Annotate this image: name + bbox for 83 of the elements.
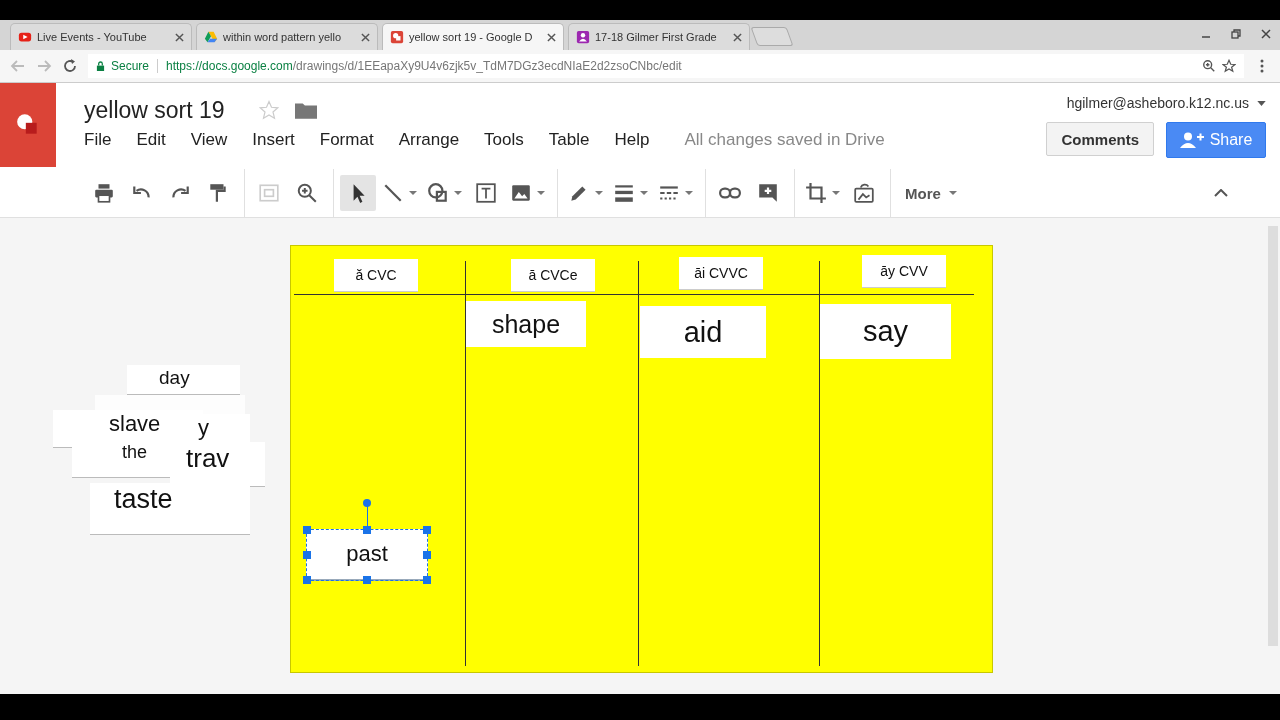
browser-tab[interactable]: within word pattern yello bbox=[196, 23, 378, 50]
caret-icon bbox=[685, 191, 693, 195]
textbox-icon bbox=[475, 182, 497, 204]
caret-icon bbox=[537, 191, 545, 195]
resize-handle[interactable] bbox=[423, 551, 431, 559]
caret-icon bbox=[595, 191, 603, 195]
caret-icon bbox=[1257, 100, 1266, 106]
star-icon[interactable] bbox=[1222, 59, 1236, 73]
address-field[interactable]: Secure https://docs.google.com/drawings/d/1EEapaXy9U4v6zjk5v_TdM7DGz3ecdNIaE2d2zsoCNbc/edit bbox=[88, 54, 1244, 78]
app-logo[interactable] bbox=[0, 83, 56, 167]
browser-tab[interactable]: yellow sort 19 - Google D bbox=[382, 23, 564, 50]
rotate-handle[interactable] bbox=[363, 499, 371, 507]
menu-item[interactable]: Table bbox=[548, 130, 590, 150]
card-word[interactable]: y bbox=[198, 417, 209, 439]
caret-icon bbox=[409, 191, 417, 195]
folder-icon[interactable] bbox=[294, 101, 317, 119]
close-icon[interactable] bbox=[733, 32, 742, 42]
resize-handle[interactable] bbox=[303, 551, 311, 559]
close-icon[interactable] bbox=[361, 32, 370, 42]
reload-icon[interactable] bbox=[62, 58, 78, 74]
caret-icon bbox=[832, 191, 840, 195]
save-status: All changes saved in Drive bbox=[684, 130, 885, 150]
triangle-icon bbox=[204, 30, 218, 44]
card-word[interactable]: day bbox=[159, 368, 190, 387]
resize-handle[interactable] bbox=[363, 576, 371, 584]
lock-icon bbox=[96, 60, 105, 72]
shape-icon bbox=[427, 182, 449, 204]
column-heading[interactable]: āi CVVC bbox=[679, 257, 763, 290]
browser-tab[interactable]: 17-18 Gilmer First Grade bbox=[568, 23, 750, 50]
zoom-icon[interactable] bbox=[1202, 59, 1216, 73]
menu-item[interactable]: Edit bbox=[136, 130, 166, 150]
more-button[interactable]: More bbox=[897, 178, 965, 208]
menu-item[interactable]: Arrange bbox=[398, 130, 460, 150]
scrollbar[interactable] bbox=[1268, 226, 1278, 646]
column-heading[interactable]: āy CVV bbox=[862, 255, 946, 288]
resize-handle[interactable] bbox=[303, 576, 311, 584]
caret-icon bbox=[948, 191, 957, 195]
menu-item[interactable]: Tools bbox=[484, 130, 524, 150]
zoom-icon bbox=[296, 182, 318, 204]
card-word[interactable]: the bbox=[122, 443, 148, 461]
play-icon bbox=[18, 30, 32, 44]
menu-item[interactable]: Format bbox=[319, 130, 374, 150]
resize-handle[interactable] bbox=[303, 526, 311, 534]
reset-image-icon bbox=[853, 182, 875, 204]
restore-icon[interactable] bbox=[1230, 28, 1242, 40]
menu-item[interactable]: Insert bbox=[252, 130, 295, 150]
line-weight-icon bbox=[613, 182, 635, 204]
account-menu[interactable]: hgilmer@asheboro.k12.nc.us bbox=[1066, 95, 1266, 111]
menu-item[interactable]: File bbox=[84, 130, 112, 150]
secure-label: Secure bbox=[111, 59, 150, 73]
menu-item[interactable]: View bbox=[190, 130, 228, 150]
crop-icon bbox=[805, 182, 827, 204]
word-card[interactable]: past bbox=[306, 529, 428, 581]
word-card[interactable]: aid bbox=[640, 306, 766, 358]
caret-icon bbox=[640, 191, 648, 195]
print-icon bbox=[93, 182, 115, 204]
drawing-icon bbox=[390, 30, 404, 44]
line-icon bbox=[382, 182, 404, 204]
close-icon[interactable] bbox=[547, 32, 556, 42]
select-tool[interactable] bbox=[340, 175, 376, 211]
comment-icon bbox=[757, 182, 779, 204]
resize-handle[interactable] bbox=[423, 576, 431, 584]
comments-button[interactable]: Comments bbox=[1046, 122, 1154, 156]
document-title[interactable]: yellow sort 19 bbox=[84, 96, 225, 124]
browser-tab[interactable]: Live Events - YouTube bbox=[10, 23, 192, 50]
collapse-icon[interactable] bbox=[1214, 189, 1228, 197]
column-heading[interactable]: ă CVC bbox=[334, 259, 418, 292]
close-icon[interactable] bbox=[175, 32, 184, 42]
word-card[interactable]: shape bbox=[466, 301, 586, 347]
image-icon bbox=[510, 182, 532, 204]
card-word[interactable]: taste bbox=[114, 486, 173, 513]
person-icon bbox=[576, 30, 590, 44]
caret-icon bbox=[454, 191, 462, 195]
close-icon[interactable] bbox=[1260, 28, 1272, 40]
word-card[interactable]: say bbox=[820, 304, 951, 359]
resize-handle[interactable] bbox=[423, 526, 431, 534]
column-heading[interactable]: ā CVCe bbox=[511, 259, 595, 292]
people-icon bbox=[1179, 132, 1204, 148]
frame-icon bbox=[258, 182, 280, 204]
menu-item[interactable]: Help bbox=[614, 130, 650, 150]
resize-handle[interactable] bbox=[363, 526, 371, 534]
paint-roller-icon bbox=[207, 182, 229, 204]
url-text: https://docs.google.com/drawings/d/1EEapaXy9U4v6zjk5v_TdM7DGz3ecdNIaE2d2zsoCNbc/edit bbox=[166, 59, 682, 73]
